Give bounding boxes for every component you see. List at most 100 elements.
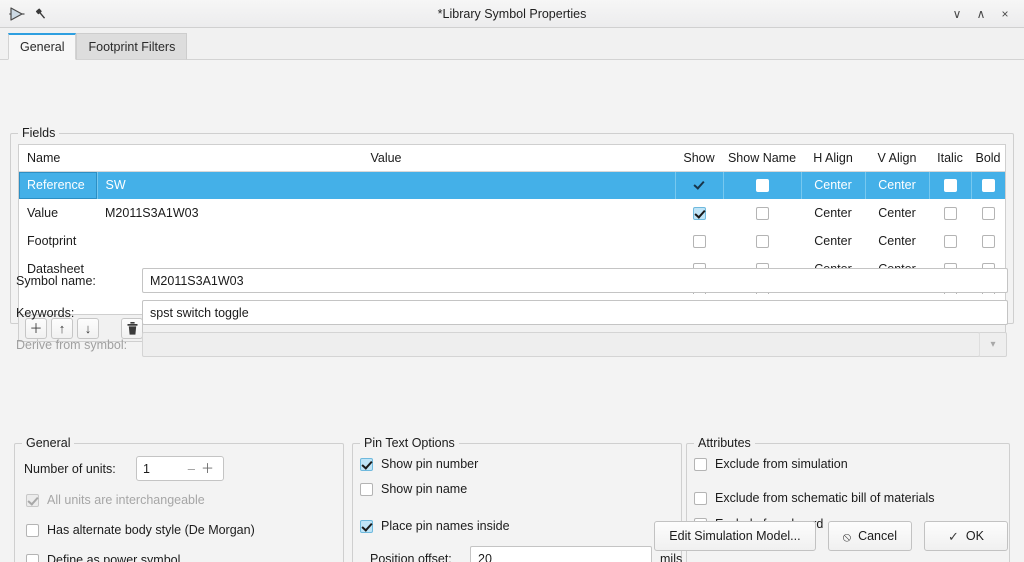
cell-field-value[interactable] — [97, 227, 675, 255]
show-pin-name-row[interactable]: Show pin name — [360, 482, 467, 496]
italic-checkbox[interactable] — [943, 179, 957, 193]
bold-checkbox[interactable] — [981, 179, 995, 193]
alternate-body-style-row[interactable]: Has alternate body style (De Morgan) — [26, 523, 255, 537]
number-of-units-value: 1 — [143, 461, 150, 476]
cell-show[interactable] — [675, 199, 723, 227]
fields-group: Fields Name Value Show Show Name H Align… — [10, 126, 1014, 342]
close-icon[interactable]: × — [994, 3, 1016, 25]
cell-show[interactable] — [675, 227, 723, 255]
keywords-row: Keywords: spst switch toggle — [16, 300, 1008, 325]
cell-bold[interactable] — [970, 171, 1005, 199]
cell-v-align[interactable]: Center — [864, 171, 929, 199]
window-title: *Library Symbol Properties — [437, 6, 587, 21]
col-header-bold[interactable]: Bold — [971, 145, 1005, 172]
symbol-name-input[interactable]: M2011S3A1W03 — [142, 268, 1008, 293]
table-row[interactable]: Reference SW Center Center — [19, 171, 1005, 199]
derive-from-symbol-input — [142, 332, 980, 357]
cancel-button[interactable]: ⦸ Cancel — [827, 521, 912, 551]
cancel-button-label: Cancel — [858, 529, 897, 543]
tab-general[interactable]: General — [8, 33, 77, 60]
pin-icon[interactable] — [32, 5, 50, 23]
col-header-show-name[interactable]: Show Name — [723, 145, 801, 172]
keywords-input[interactable]: spst switch toggle — [142, 300, 1008, 325]
ok-button-label: OK — [965, 529, 984, 543]
place-pin-names-inside-row[interactable]: Place pin names inside — [360, 519, 510, 533]
cell-italic[interactable] — [928, 171, 971, 199]
cell-field-value[interactable]: SW — [96, 171, 675, 199]
dialog-body: Fields Name Value Show Show Name H Align… — [0, 60, 1024, 562]
bold-checkbox[interactable] — [981, 207, 995, 221]
show-pin-name-checkbox[interactable] — [360, 482, 373, 496]
maximize-icon[interactable]: ∧ — [970, 3, 992, 25]
col-header-h-align[interactable]: H Align — [801, 145, 865, 172]
all-units-interchangeable-label: All units are interchangeable — [47, 493, 205, 507]
exclude-from-simulation-label: Exclude from simulation — [715, 457, 848, 471]
cell-h-align[interactable]: Center — [801, 199, 865, 227]
bold-checkbox[interactable] — [981, 235, 995, 249]
tab-bar: General Footprint Filters — [0, 28, 1024, 60]
cell-h-align[interactable]: Center — [801, 227, 865, 255]
number-of-units-stepper[interactable]: 1 – ＋ — [136, 456, 224, 481]
cell-show-name[interactable] — [723, 199, 801, 227]
stepper-increment-button[interactable]: ＋ — [198, 462, 217, 475]
show-checkbox[interactable] — [692, 235, 706, 249]
pin-text-options-group-label: Pin Text Options — [360, 436, 459, 450]
table-header-row: Name Value Show Show Name H Align V Alig… — [19, 145, 1005, 172]
exclude-from-bom-label: Exclude from schematic bill of materials — [715, 491, 935, 505]
show-name-checkbox[interactable] — [755, 179, 769, 193]
symbol-name-label: Symbol name: — [16, 273, 96, 288]
cell-field-value[interactable]: M2011S3A1W03 — [97, 199, 675, 227]
show-name-checkbox[interactable] — [755, 235, 769, 249]
cell-italic[interactable] — [929, 199, 971, 227]
keywords-label: Keywords: — [16, 305, 75, 320]
show-name-checkbox[interactable] — [755, 207, 769, 221]
all-units-interchangeable-row[interactable]: All units are interchangeable — [26, 493, 205, 507]
cell-show-name[interactable] — [722, 171, 801, 199]
cell-show[interactable] — [674, 171, 723, 199]
exclude-from-simulation-row[interactable]: Exclude from simulation — [694, 457, 848, 471]
italic-checkbox[interactable] — [943, 235, 957, 249]
show-checkbox[interactable] — [693, 179, 706, 192]
stepper-decrement-button[interactable]: – — [185, 462, 198, 475]
col-header-italic[interactable]: Italic — [929, 145, 971, 172]
define-as-power-symbol-row[interactable]: Define as power symbol — [26, 553, 180, 562]
edit-simulation-model-button[interactable]: Edit Simulation Model... — [654, 521, 816, 551]
cell-v-align[interactable]: Center — [865, 227, 929, 255]
cell-field-name[interactable]: Reference — [19, 171, 97, 199]
define-as-power-symbol-checkbox[interactable] — [26, 553, 39, 562]
place-pin-names-inside-checkbox[interactable] — [360, 519, 373, 533]
col-header-v-align[interactable]: V Align — [865, 145, 929, 172]
show-pin-number-checkbox[interactable] — [360, 457, 373, 471]
show-pin-number-row[interactable]: Show pin number — [360, 457, 478, 471]
alternate-body-style-checkbox[interactable] — [26, 523, 39, 537]
col-header-show[interactable]: Show — [675, 145, 723, 172]
exclude-from-bom-checkbox[interactable] — [694, 491, 707, 505]
all-units-interchangeable-checkbox — [26, 493, 39, 507]
cell-italic[interactable] — [929, 227, 971, 255]
symbol-editor-icon — [8, 5, 26, 23]
attributes-group-label: Attributes — [694, 436, 755, 450]
cell-show-name[interactable] — [723, 227, 801, 255]
derive-from-symbol-row: Derive from symbol: ▾ — [16, 332, 1008, 357]
col-header-value[interactable]: Value — [97, 145, 675, 172]
show-checkbox[interactable] — [692, 207, 706, 221]
cell-field-name[interactable]: Value — [19, 199, 97, 227]
cell-h-align[interactable]: Center — [800, 171, 865, 199]
cell-field-name[interactable]: Footprint — [19, 227, 97, 255]
cell-bold[interactable] — [971, 199, 1005, 227]
ok-button[interactable]: ✓ OK — [924, 521, 1008, 551]
col-header-name[interactable]: Name — [19, 145, 97, 172]
cell-v-align[interactable]: Center — [865, 199, 929, 227]
general-group: General Number of units: 1 – ＋ All units… — [14, 436, 344, 562]
table-row[interactable]: Value M2011S3A1W03 Center Center — [19, 199, 1005, 227]
tab-footprint-filters[interactable]: Footprint Filters — [76, 33, 188, 60]
minimize-icon[interactable]: ∨ — [946, 3, 968, 25]
italic-checkbox[interactable] — [943, 207, 957, 221]
place-pin-names-inside-label: Place pin names inside — [381, 519, 510, 533]
exclude-from-simulation-checkbox[interactable] — [694, 457, 707, 471]
exclude-from-bom-row[interactable]: Exclude from schematic bill of materials — [694, 491, 935, 505]
table-row[interactable]: Footprint Center Center — [19, 227, 1005, 255]
cell-bold[interactable] — [971, 227, 1005, 255]
position-offset-label: Position offset: — [370, 551, 452, 562]
position-offset-input[interactable]: 20 — [470, 546, 652, 562]
